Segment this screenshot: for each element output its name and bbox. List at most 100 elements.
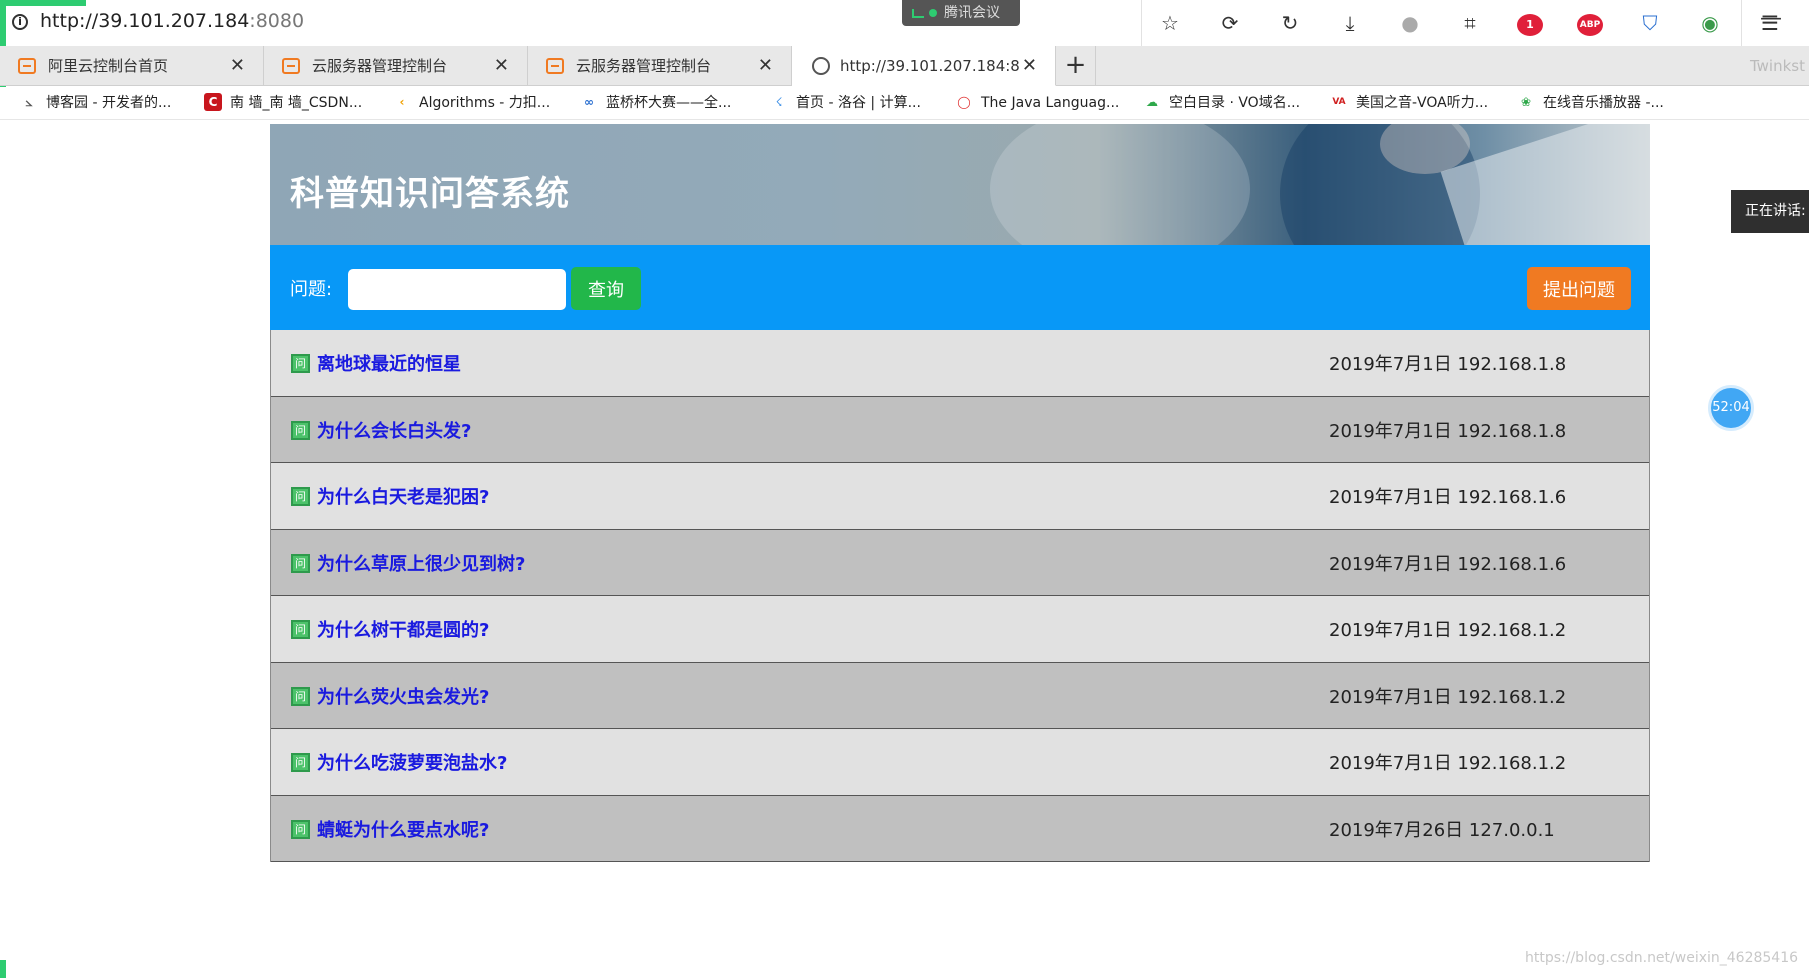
address-bar[interactable]: http://39.101.207.184:8080	[40, 10, 304, 32]
download-icon[interactable]: ⤓	[1320, 8, 1380, 38]
question-icon: 问	[291, 686, 310, 706]
bookmark-label: 南 墙_南 墙_CSDN...	[230, 95, 363, 111]
search-button[interactable]: 查询	[571, 267, 641, 310]
tab-label: 阿里云控制台首页	[48, 57, 169, 75]
bookmark-music-player[interactable]: ❀ 在线音乐播放器 -...	[1517, 87, 1664, 120]
page-title: 科普知识问答系统	[290, 174, 570, 214]
tab-current-site[interactable]: http://39.101.207.184:8 ✕	[792, 46, 1056, 86]
meeting-timer[interactable]: 52:04	[1708, 385, 1754, 431]
question-meta: 2019年7月1日 192.168.1.2	[1329, 620, 1567, 641]
close-icon[interactable]: ✕	[758, 46, 773, 86]
sync-icon[interactable]: ⟳	[1200, 8, 1260, 38]
banner-photo-shape	[1440, 124, 1650, 245]
tab-label: http://39.101.207.184:8	[840, 57, 1020, 75]
cnblogs-icon: ⦣	[25, 94, 33, 109]
translate-icon[interactable]: ⛉	[1620, 8, 1680, 38]
window-accent-top	[6, 0, 86, 6]
undo-icon[interactable]: ↻	[1260, 8, 1320, 38]
ask-question-button[interactable]: 提出问题	[1527, 267, 1631, 310]
bookmark-label: 空白目录 · VO域名...	[1169, 95, 1301, 111]
bookmark-luogu[interactable]: ☇ 首页 - 洛谷 | 计算...	[770, 87, 921, 120]
question-link[interactable]: 为什么会长白头发?	[317, 417, 471, 443]
question-link[interactable]: 离地球最近的恒星	[317, 350, 461, 376]
toolbar-separator	[1741, 0, 1742, 46]
question-icon: 问	[291, 753, 310, 772]
question-link[interactable]: 为什么白天老是犯困?	[317, 483, 489, 509]
vo-domain-icon: ☁	[1146, 94, 1158, 109]
question-row: 问 为什么草原上很少见到树? 2019年7月1日 192.168.1.6	[271, 529, 1649, 596]
meeting-app-label: 腾讯会议	[944, 5, 1000, 21]
tab-ecs-console-1[interactable]: 云服务器管理控制台 ✕	[264, 46, 528, 86]
hero-banner: 科普知识问答系统	[270, 124, 1650, 245]
question-meta: 2019年7月1日 192.168.1.8	[1329, 420, 1567, 442]
tab-ecs-console-2[interactable]: 云服务器管理控制台 ✕	[528, 46, 792, 86]
luogu-icon: ☇	[775, 94, 783, 109]
bookmark-star-icon[interactable]: ☆	[1140, 8, 1200, 38]
question-icon: 问	[291, 620, 310, 639]
url-host: http://39.101.207.184	[40, 10, 250, 32]
voa-icon: VA	[1332, 96, 1346, 107]
question-list: 问 离地球最近的恒星 2019年7月1日 192.168.1.8 问 为什么会长…	[270, 330, 1650, 862]
signal-icon	[912, 9, 924, 18]
tab-label: 云服务器管理控制台	[312, 57, 448, 75]
question-icon: 问	[291, 354, 310, 373]
speaking-indicator: 正在讲话:	[1731, 190, 1809, 233]
lanqiao-icon: ∞	[584, 94, 594, 109]
tab-overflow-label[interactable]: Twinkst	[1750, 46, 1809, 86]
bookmarks-bar: ⦣ 博客园 - 开发者的... C 南 墙_南 墙_CSDN... ‹ Algorit…	[0, 87, 1809, 120]
csdn-icon: C	[204, 92, 222, 111]
extension-notification-icon[interactable]: 1	[1500, 8, 1560, 38]
abp-badge: ABP	[1577, 13, 1603, 36]
bookmark-leetcode[interactable]: ‹ Algorithms - 力扣...	[393, 87, 551, 120]
bookmark-label: Algorithms - 力扣...	[419, 95, 551, 111]
bookmark-vo-domain[interactable]: ☁ 空白目录 · VO域名...	[1143, 87, 1300, 120]
question-icon: 问	[291, 487, 310, 506]
bookmark-voa[interactable]: VA 美国之音-VOA听力...	[1330, 87, 1488, 120]
leetcode-icon: ‹	[399, 94, 405, 109]
site-info-icon[interactable]: i	[12, 14, 28, 30]
meeting-indicator[interactable]: 腾讯会议	[902, 0, 1020, 26]
close-icon[interactable]: ✕	[230, 46, 245, 86]
aliyun-icon	[282, 58, 300, 74]
question-meta: 2019年7月1日 192.168.1.8	[1329, 354, 1567, 375]
question-meta: 2019年7月26日 127.0.0.1	[1329, 819, 1555, 841]
question-icon: 问	[291, 819, 310, 839]
crop-icon[interactable]: ⌗	[1440, 8, 1500, 38]
aliyun-icon	[18, 58, 36, 74]
bookmark-lanqiao[interactable]: ∞ 蓝桥杯大赛——全...	[580, 87, 731, 120]
question-row: 问 为什么荧火虫会发光? 2019年7月1日 192.168.1.2	[271, 662, 1649, 729]
qa-app: 科普知识问答系统 问题: 查询 提出问题 问 离地球最近的恒星 2019年7月1…	[270, 124, 1650, 862]
minimize-icon[interactable]: —	[1760, 6, 1782, 31]
adblock-icon[interactable]: ABP	[1560, 8, 1620, 38]
live-dot-icon	[929, 9, 937, 17]
close-icon[interactable]: ✕	[1022, 46, 1037, 86]
toolbar-icons: ☆ ⟳ ↻ ⤓ ● ⌗ 1 ABP ⛉ ◉ ☰	[1140, 8, 1800, 38]
bookmark-cnblogs[interactable]: ⦣ 博客园 - 开发者的...	[20, 87, 172, 120]
bookmark-java-spec[interactable]: ◯ The Java Languag...	[955, 87, 1119, 120]
question-link[interactable]: 蜻蜓为什么要点水呢?	[317, 816, 489, 842]
watermark: https://blog.csdn.net/weixin_46285416	[1525, 950, 1799, 966]
question-row: 问 为什么白天老是犯困? 2019年7月1日 192.168.1.6	[271, 463, 1649, 530]
globe-extension-icon[interactable]: ◉	[1680, 8, 1740, 38]
globe-icon	[812, 57, 830, 75]
bookmark-label: 博客园 - 开发者的...	[46, 95, 172, 111]
search-input[interactable]	[348, 269, 566, 310]
tab-aliyun-home[interactable]: 阿里云控制台首页 ✕	[0, 46, 264, 86]
question-link[interactable]: 为什么树干都是圆的?	[317, 616, 489, 642]
new-tab-button[interactable]: +	[1056, 46, 1096, 86]
question-link[interactable]: 为什么吃菠萝要泡盐水?	[317, 749, 507, 775]
question-meta: 2019年7月1日 192.168.1.6	[1329, 553, 1567, 575]
bookmark-label: 蓝桥杯大赛——全...	[606, 95, 732, 111]
avatar-icon[interactable]: ●	[1380, 8, 1440, 38]
close-icon[interactable]: ✕	[494, 46, 509, 86]
question-link[interactable]: 为什么草原上很少见到树?	[317, 550, 525, 576]
question-meta: 2019年7月1日 192.168.1.2	[1329, 753, 1567, 774]
search-label: 问题:	[290, 279, 333, 300]
search-bar: 问题: 查询 提出问题	[270, 245, 1650, 330]
question-icon: 问	[291, 553, 310, 573]
question-meta: 2019年7月1日 192.168.1.2	[1329, 686, 1567, 708]
bookmark-label: 首页 - 洛谷 | 计算...	[796, 95, 921, 111]
bookmark-csdn[interactable]: C 南 墙_南 墙_CSDN...	[204, 87, 362, 120]
browser-toolbar: i http://39.101.207.184:8080 腾讯会议 ☆ ⟳ ↻ …	[0, 0, 1809, 118]
question-link[interactable]: 为什么荧火虫会发光?	[317, 683, 489, 709]
